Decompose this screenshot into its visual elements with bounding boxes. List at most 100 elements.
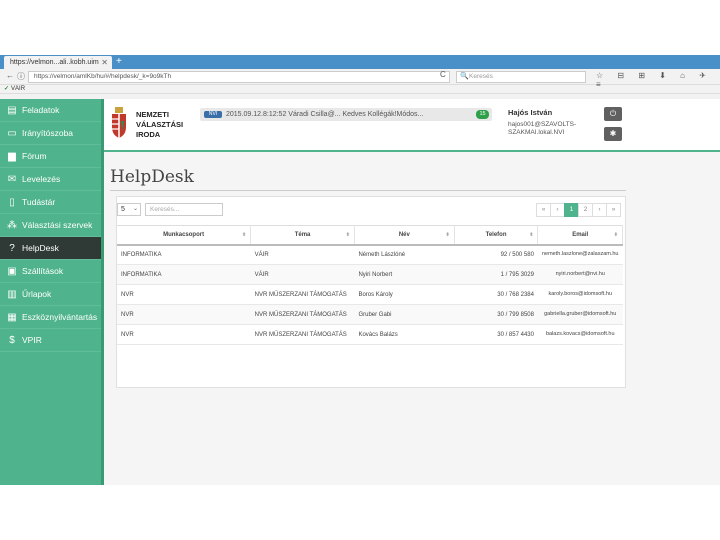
- sort-icon: ⬍: [241, 232, 247, 238]
- check-icon: ✓: [4, 86, 10, 92]
- sidebar-item-forum[interactable]: ▆ Fórum: [0, 145, 101, 168]
- cell-name: Gruber Gabi: [354, 304, 455, 325]
- sidebar: ▤ Feladatok ▭ Irányítószoba ▆ Fórum ✉ Levele…: [0, 99, 104, 485]
- cell-phone: 92 / 500 580: [454, 244, 538, 265]
- cell-group: INFORMATIKA: [117, 244, 251, 265]
- column-header-nev[interactable]: Név ⬍: [354, 225, 455, 246]
- title-divider: [110, 190, 626, 191]
- toolbar-icons[interactable]: ☆ ⊟ ⊞ ⬇ ⌂ ✈ ≡: [596, 71, 720, 89]
- back-icon[interactable]: ←: [6, 71, 14, 80]
- inventory-icon: ▦: [7, 312, 17, 323]
- sort-icon: ⬍: [445, 232, 450, 238]
- sidebar-item-helpdesk[interactable]: ? HelpDesk: [0, 237, 101, 260]
- table-header-row: Munkacsoport ⬍ Téma ⬍ Név ⬍ Telefon ⬍ Email ⬍: [117, 225, 623, 246]
- cell-topic: VÁIR: [250, 264, 355, 285]
- per-page-select[interactable]: 5 ⌄: [117, 203, 141, 216]
- page-2[interactable]: 2: [578, 203, 593, 217]
- pagination: « ‹ 1 2 › »: [536, 203, 621, 217]
- page-next[interactable]: ›: [592, 203, 607, 217]
- settings-icon: ✱: [609, 129, 617, 138]
- page-first[interactable]: «: [536, 203, 551, 217]
- main-content: NEMZETI VÁLASZTÁSI IRODA NVI 2015.09.12.…: [104, 99, 720, 485]
- new-tab-button[interactable]: +: [116, 55, 122, 69]
- sidebar-item-urlapok[interactable]: ▥ Űrlapok: [0, 283, 101, 306]
- org-line: NEMZETI: [136, 110, 169, 119]
- cell-email[interactable]: balazs.kovacs@idomsoft.hu: [537, 324, 623, 345]
- truck-icon: ▣: [7, 266, 17, 277]
- sidebar-item-feladatok[interactable]: ▤ Feladatok: [0, 99, 101, 122]
- news-count-badge: 15: [476, 110, 489, 119]
- sidebar-item-iranyitoszoba[interactable]: ▭ Irányítószoba: [0, 122, 101, 145]
- tab-bar: https://velmon...ali..kobh.uim ✕ +: [0, 55, 720, 69]
- column-header-email[interactable]: Email ⬍: [537, 225, 623, 246]
- filter-placeholder: Keresés...: [150, 206, 180, 213]
- cell-phone: 30 / 799 8508: [454, 304, 538, 325]
- sidebar-item-label: VPIR: [22, 335, 42, 345]
- cell-phone: 30 / 768 2384: [454, 284, 538, 305]
- column-header-telefon[interactable]: Telefon ⬍: [454, 225, 539, 246]
- sidebar-item-szallitasok[interactable]: ▣ Szállítások: [0, 260, 101, 283]
- column-label: Munkacsoport: [163, 231, 205, 238]
- page-last[interactable]: »: [606, 203, 621, 217]
- chat-icon: ▆: [8, 151, 16, 162]
- app-header: NEMZETI VÁLASZTÁSI IRODA NVI 2015.09.12.…: [104, 99, 720, 152]
- sidebar-item-label: Űrlapok: [22, 289, 52, 299]
- column-header-tema[interactable]: Téma ⬍: [250, 225, 355, 246]
- dollar-icon: $: [9, 335, 15, 346]
- logout-button[interactable]: ⏻: [604, 107, 622, 121]
- sidebar-item-levelezes[interactable]: ✉ Levelezés: [0, 168, 101, 191]
- form-icon: ▥: [7, 289, 17, 300]
- sidebar-item-tudastar[interactable]: ▯ Tudástár: [0, 191, 101, 214]
- cell-phone: 1 / 795 3029: [454, 264, 538, 285]
- table-row[interactable]: INFORMATIKA VÁIR Németh Lászlóné 92 / 50…: [117, 244, 623, 265]
- coat-of-arms-icon: [112, 107, 126, 138]
- sidebar-item-label: Választási szervek: [22, 220, 93, 230]
- sidebar-item-label: Levelezés: [22, 174, 61, 184]
- cell-email[interactable]: nyiri.norbert@nvi.hu: [537, 264, 623, 285]
- org-name: NEMZETI VÁLASZTÁSI IRODA: [136, 110, 183, 140]
- cell-email[interactable]: gabriella.gruber@idomsoft.hu: [537, 304, 623, 325]
- settings-button[interactable]: ✱: [604, 127, 622, 141]
- cell-name: Nyiri Norbert: [354, 264, 455, 285]
- page-prev[interactable]: ‹: [550, 203, 565, 217]
- column-header-munkacsoport[interactable]: Munkacsoport ⬍: [117, 225, 252, 246]
- per-page-value: 5: [121, 206, 125, 213]
- browser-search-input[interactable]: 🔍 Keresés: [456, 71, 586, 83]
- news-ticker[interactable]: NVI 2015.09.12.8:12:52 Váradi Csilla@...…: [200, 108, 492, 121]
- sidebar-item-vpir[interactable]: $ VPIR: [0, 329, 101, 352]
- envelope-icon: ✉: [7, 174, 17, 185]
- cell-name: Kovács Balázs: [354, 324, 455, 345]
- chevron-down-icon: ⌄: [132, 206, 138, 212]
- cell-topic: NVR MŰSZERZANI TÁMOGATÁS: [250, 304, 355, 325]
- cell-group: NVR: [117, 284, 251, 305]
- filter-input[interactable]: Keresés...: [145, 203, 223, 216]
- table-row[interactable]: NVR NVR MŰSZERZANI TÁMOGATÁS Gruber Gabi…: [117, 304, 623, 325]
- app: ▤ Feladatok ▭ Irányítószoba ▆ Fórum ✉ Levele…: [0, 99, 720, 485]
- sidebar-item-label: Fórum: [22, 151, 47, 161]
- table-row[interactable]: NVR NVR MŰSZERZANI TÁMOGATÁS Kovács Balá…: [117, 324, 623, 345]
- table-row[interactable]: NVR NVR MŰSZERZANI TÁMOGATÁS Boros Károl…: [117, 284, 623, 305]
- bookmark-vair[interactable]: VÁIR: [11, 86, 25, 92]
- sort-icon: ⬍: [345, 232, 350, 238]
- sidebar-item-valasztasi-szervek[interactable]: ⁂ Választási szervek: [0, 214, 101, 237]
- sidebar-item-eszkoznyilvantartas[interactable]: ▦ Eszköznyilvántartás: [0, 306, 101, 329]
- sort-icon: ⬍: [613, 232, 618, 238]
- cell-email[interactable]: nemeth.laszlone@zalaszam.hu: [537, 244, 623, 265]
- address-bar: ← ⓘ https://velmon/amlKb/hu/#/helpdesk/_…: [0, 69, 720, 89]
- browser-tab[interactable]: https://velmon...ali..kobh.uim ✕: [4, 56, 112, 69]
- table-row[interactable]: INFORMATIKA VÁIR Nyiri Norbert 1 / 795 3…: [117, 264, 623, 285]
- info-icon[interactable]: ⓘ: [17, 71, 25, 82]
- close-icon[interactable]: ✕: [101, 56, 108, 69]
- url-input[interactable]: https://velmon/amlKb/hu/#/helpdesk/_k=9o…: [28, 71, 450, 83]
- column-label: Telefon: [485, 231, 507, 238]
- question-icon: ?: [9, 243, 15, 254]
- org-chart-icon: ⁂: [7, 220, 17, 231]
- page-1[interactable]: 1: [564, 203, 579, 217]
- sidebar-item-label: Tudástár: [22, 197, 56, 207]
- cell-topic: NVR MŰSZERZANI TÁMOGATÁS: [250, 324, 355, 345]
- search-placeholder: Keresés: [469, 73, 493, 80]
- power-icon: ⏻: [609, 109, 617, 118]
- helpdesk-card: 5 ⌄ Keresés... « ‹ 1 2 › » Munkacsoport …: [116, 196, 626, 388]
- cell-email[interactable]: karoly.boros@idomsoft.hu: [537, 284, 623, 305]
- reload-icon[interactable]: C: [440, 70, 446, 79]
